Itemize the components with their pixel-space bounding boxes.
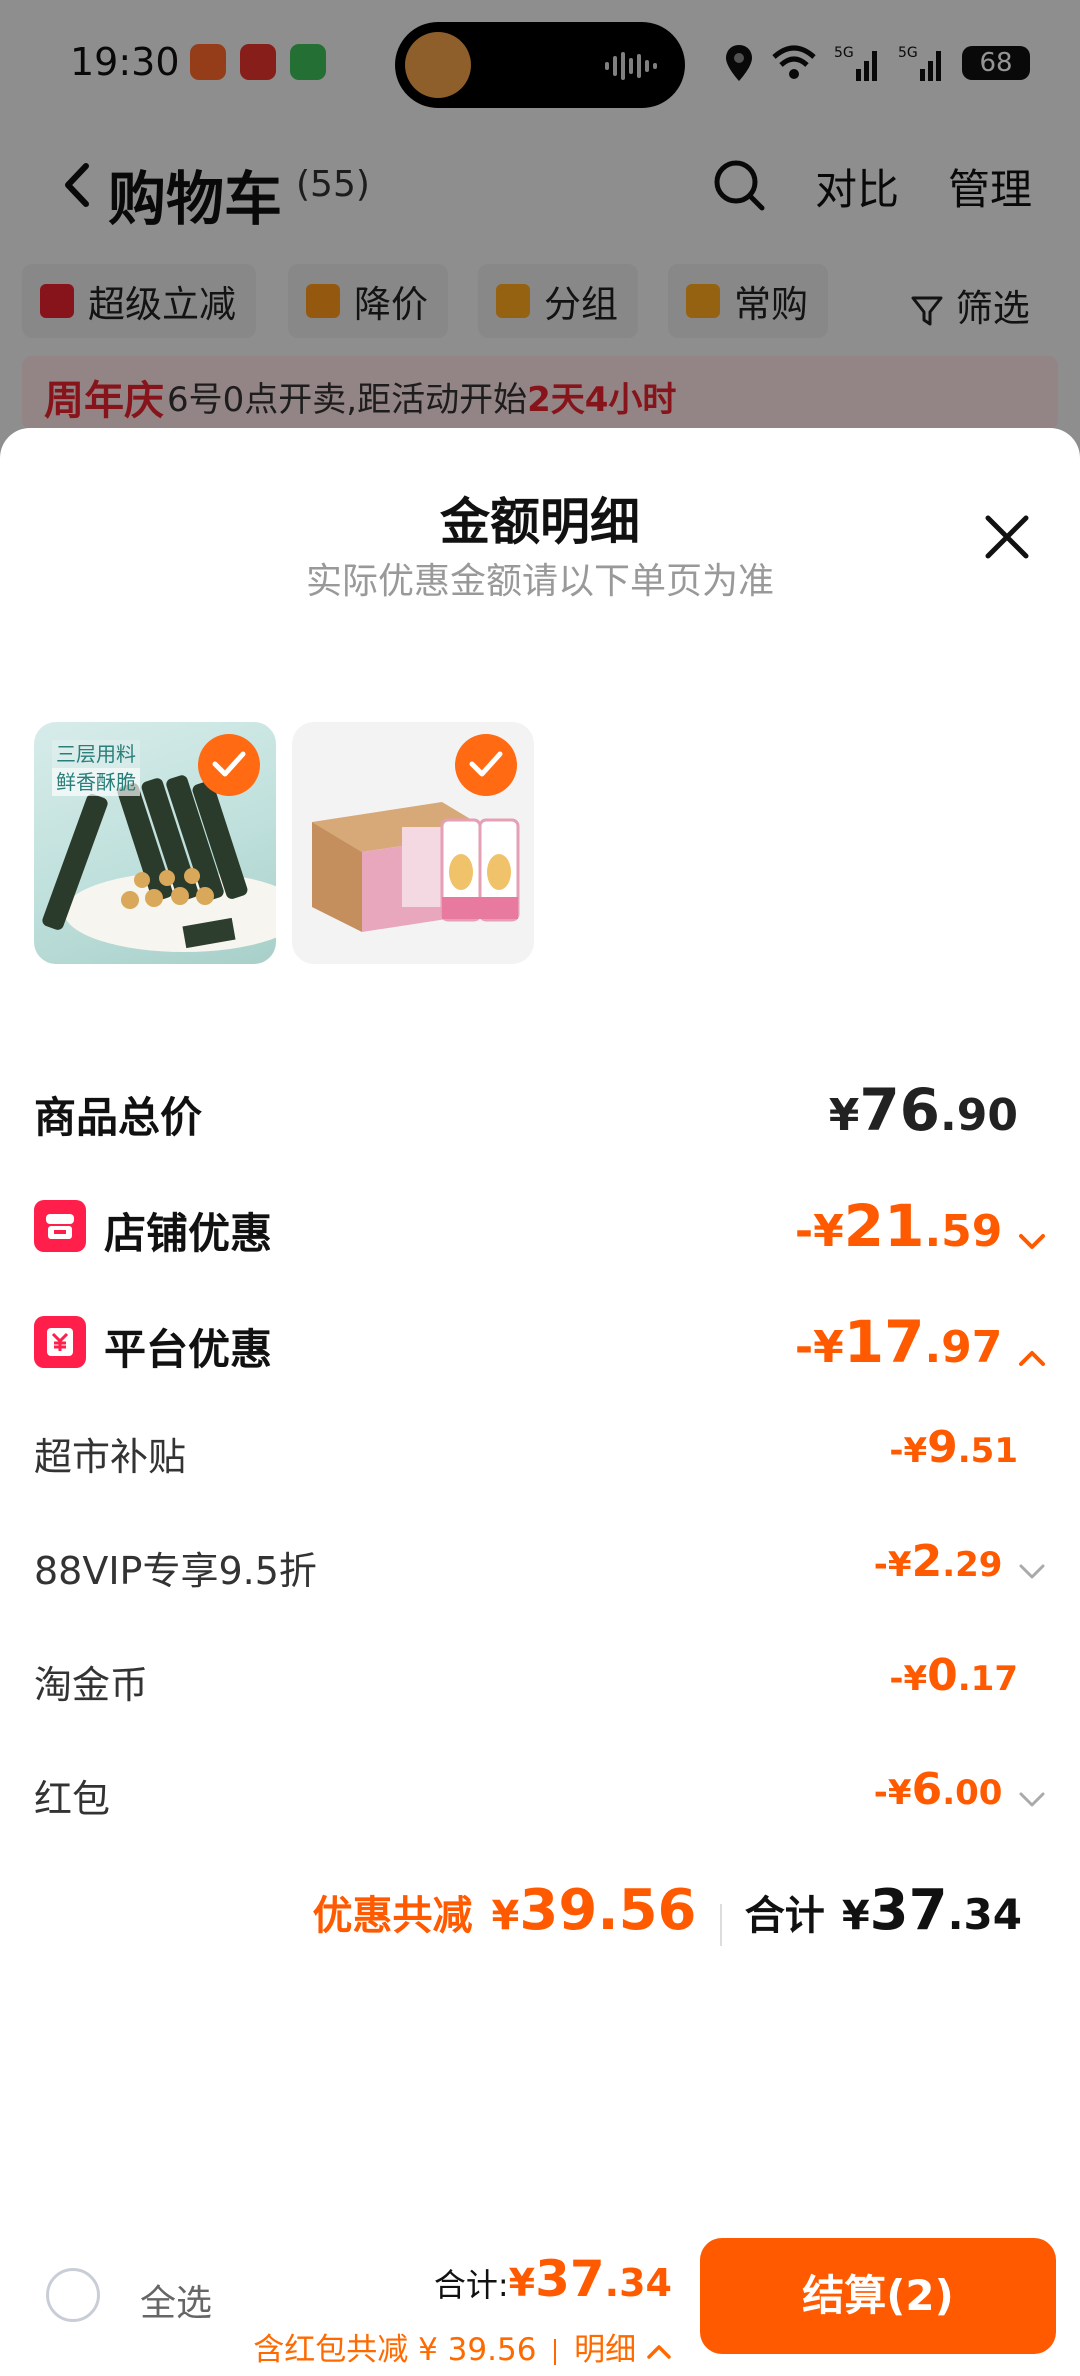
shop-discount-value: -¥21.59 bbox=[795, 1192, 1046, 1260]
prefix: -¥ bbox=[889, 1659, 928, 1699]
thumb-line: 三层用料 bbox=[52, 740, 140, 768]
value-dec: .29 bbox=[942, 1545, 1003, 1585]
shop-discount-label: 店铺优惠 bbox=[104, 1209, 273, 1258]
total-dec: .34 bbox=[947, 1890, 1022, 1939]
value-dec: .97 bbox=[924, 1322, 1003, 1373]
item-label: 红包 bbox=[34, 1777, 111, 1821]
sheet-subtitle: 实际优惠金额请以下单页为准 bbox=[305, 561, 774, 602]
thumb-text: 三层用料 鲜香酥脆 bbox=[52, 740, 140, 796]
divider bbox=[554, 2338, 557, 2365]
divider bbox=[719, 1903, 722, 1946]
value-dec: .90 bbox=[940, 1090, 1018, 1141]
select-all-label[interactable]: 全选 bbox=[140, 2274, 212, 2326]
row-shop-discount[interactable]: 店铺优惠 -¥21.59 bbox=[34, 1192, 1046, 1262]
platform-discount-label: 平台优惠 bbox=[104, 1325, 273, 1374]
coupon-icon bbox=[34, 1316, 86, 1368]
value-dec: .00 bbox=[942, 1773, 1003, 1813]
value-int: 9 bbox=[927, 1422, 958, 1473]
bottom-total: 合计:¥37.34 bbox=[434, 2250, 672, 2308]
item-value: -¥9.51 bbox=[889, 1422, 1018, 1473]
item-label: 88VIP专享9.5折 bbox=[34, 1549, 317, 1593]
selected-check-icon[interactable] bbox=[455, 734, 517, 796]
thumb-line: 鲜香酥脆 bbox=[52, 768, 140, 796]
prefix: -¥ bbox=[794, 1322, 844, 1373]
value-int: 2 bbox=[911, 1536, 943, 1587]
value-dec: .59 bbox=[924, 1206, 1003, 1257]
item-label: 淘金币 bbox=[34, 1663, 149, 1707]
item-value: -¥2.29 bbox=[874, 1536, 1046, 1587]
prefix: -¥ bbox=[889, 1431, 928, 1471]
bottom-total-label: 合计: bbox=[433, 2266, 509, 2304]
row-taojinbi: 淘金币 -¥0.17 bbox=[34, 1650, 1046, 1710]
chevron-down-icon bbox=[1019, 1792, 1045, 1806]
chevron-up-icon bbox=[647, 2344, 671, 2359]
discount-total-label: 优惠共减 bbox=[312, 1893, 473, 1939]
total-currency: ¥ bbox=[841, 1893, 870, 1939]
value-int: 76 bbox=[859, 1076, 941, 1144]
summary-line: 优惠共减 ¥39.56 合计 ¥37.34 bbox=[312, 1878, 1022, 1946]
prefix: -¥ bbox=[873, 1545, 912, 1585]
close-icon[interactable] bbox=[984, 514, 1030, 560]
total-int: 37 bbox=[869, 1878, 948, 1943]
value-dec: .17 bbox=[957, 1659, 1018, 1699]
value-int: 21 bbox=[843, 1192, 925, 1260]
prefix: -¥ bbox=[873, 1773, 912, 1813]
discount-note-text: 含红包共减 ¥ 39.56 bbox=[253, 2332, 537, 2368]
subtotal-value: ¥76.90 bbox=[829, 1076, 1018, 1144]
row-red-packet[interactable]: 红包 -¥6.00 bbox=[34, 1764, 1046, 1824]
chevron-up-icon bbox=[1019, 1350, 1045, 1366]
bottom-total-int: 37 bbox=[535, 2250, 605, 2308]
selected-check-icon[interactable] bbox=[198, 734, 260, 796]
value-dec: .51 bbox=[957, 1431, 1018, 1471]
row-supermarket-subsidy: 超市补贴 -¥9.51 bbox=[34, 1422, 1046, 1482]
detail-link[interactable]: 明细 bbox=[574, 2332, 636, 2368]
chevron-down-icon bbox=[1019, 1564, 1045, 1578]
checkout-button[interactable]: 结算(2) bbox=[700, 2238, 1056, 2354]
item-value: -¥6.00 bbox=[874, 1764, 1046, 1815]
discount-note[interactable]: 含红包共减 ¥ 39.56 明细 bbox=[253, 2324, 672, 2369]
sheet-title: 金额明细 bbox=[440, 493, 640, 551]
currency: ¥ bbox=[828, 1090, 860, 1141]
total-label: 合计 bbox=[744, 1893, 825, 1939]
row-88vip[interactable]: 88VIP专享9.5折 -¥2.29 bbox=[34, 1536, 1046, 1596]
bottom-total-dec: .34 bbox=[604, 2261, 672, 2305]
discount-total-value: 39.56 bbox=[519, 1878, 697, 1943]
amount-detail-sheet: 金额明细 实际优惠金额请以下单页为准 三层用料 鲜香酥脆 商品总价 ¥76.90… bbox=[0, 428, 1080, 2376]
platform-discount-value: -¥17.97 bbox=[795, 1308, 1046, 1376]
checkout-bar: 全选 合计:¥37.34 含红包共减 ¥ 39.56 明细 结算(2) bbox=[0, 2220, 1080, 2376]
value-int: 6 bbox=[911, 1764, 943, 1815]
item-value: -¥0.17 bbox=[889, 1650, 1018, 1701]
discount-total-currency: ¥ bbox=[491, 1893, 520, 1939]
value-int: 17 bbox=[843, 1308, 925, 1376]
chevron-down-icon bbox=[1019, 1233, 1045, 1249]
bottom-total-currency: ¥ bbox=[508, 2261, 536, 2305]
item-label: 超市补贴 bbox=[34, 1435, 187, 1479]
value-int: 0 bbox=[927, 1650, 958, 1701]
row-platform-discount[interactable]: 平台优惠 -¥17.97 bbox=[34, 1308, 1046, 1378]
subtotal-label: 商品总价 bbox=[34, 1093, 203, 1142]
row-subtotal: 商品总价 ¥76.90 bbox=[34, 1076, 1046, 1146]
select-all-radio[interactable] bbox=[46, 2268, 100, 2322]
prefix: -¥ bbox=[794, 1206, 844, 1257]
shop-icon bbox=[34, 1200, 86, 1252]
